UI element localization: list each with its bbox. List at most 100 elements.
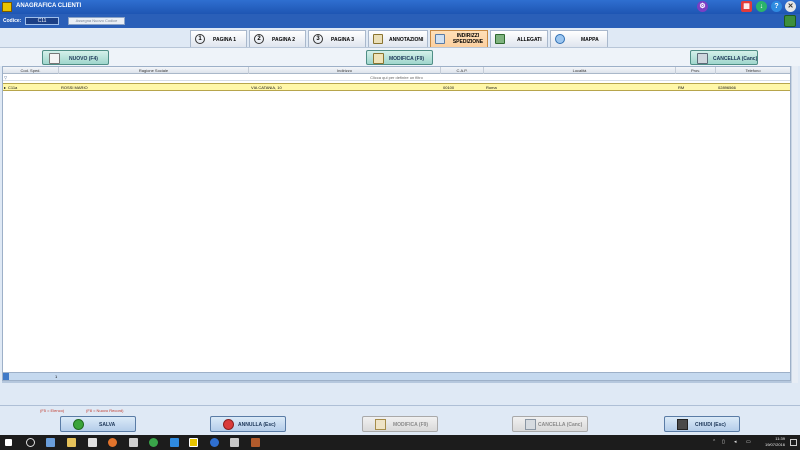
delete-button-disabled[interactable]: CANCELLA (Canc) [512, 416, 588, 432]
anagrafica-app-icon[interactable] [189, 438, 198, 447]
column-header[interactable]: Località [484, 67, 676, 74]
button-label: SALVA [99, 422, 116, 428]
cell-telefono: 02896566 [718, 85, 736, 90]
store-icon[interactable] [88, 438, 97, 447]
app-icon[interactable] [251, 438, 260, 447]
shipping-icon [435, 34, 445, 44]
code-bar: Codice: C11 Assegna Nuovo Codice [0, 14, 800, 28]
new-button[interactable]: NUOVO (F4) [42, 50, 109, 65]
vertical-scrollbar[interactable] [791, 66, 798, 383]
app-icon [2, 2, 12, 12]
user-icon[interactable] [784, 15, 796, 27]
button-label: ANNULLA (Esc) [238, 422, 276, 428]
edit-icon [375, 419, 386, 430]
edit-icon [373, 53, 384, 64]
table-row[interactable]: ▸ C11a ROSSI MARIO VIA CATANIA, 10 00100… [3, 83, 790, 91]
button-label: NUOVO (F4) [69, 56, 98, 62]
clock-date: 19/07/2016 [764, 442, 785, 447]
calculator-icon[interactable]: ▦ [741, 1, 752, 12]
chevron-up-icon[interactable]: ⌃ [712, 439, 716, 445]
help-icon[interactable]: ? [771, 1, 782, 12]
notification-icon[interactable] [790, 439, 797, 446]
number-1-icon: 1 [195, 34, 205, 44]
tab-mappa[interactable]: MAPPA [550, 30, 608, 47]
title-bar: ANAGRAFICA CLIENTI ⚙ ▦ ↓ ? ✕ [0, 0, 800, 14]
tab-label: PAGINA 2 [272, 37, 296, 43]
column-header[interactable]: Indirizzo [249, 67, 441, 74]
chrome-icon[interactable] [149, 438, 158, 447]
tab-label: ANNOTAZIONI [389, 37, 424, 43]
trash-icon [697, 53, 708, 64]
volume-icon[interactable]: ◂ [734, 439, 737, 445]
windows-start-icon[interactable] [5, 439, 12, 446]
new-document-icon [49, 53, 60, 64]
tab-indirizzi-spedizione[interactable]: INDIRIZZI SPEDIZIONE [430, 30, 488, 47]
tab-annotazioni[interactable]: ANNOTAZIONI [368, 30, 428, 47]
app-icon[interactable] [230, 438, 239, 447]
number-2-icon: 2 [254, 34, 264, 44]
filter-text: Clicca qui per definire un filtro [370, 75, 423, 80]
footer-marker [3, 373, 9, 380]
horizontal-scrollbar[interactable] [2, 381, 791, 383]
bottom-bar: (F5 = Elenco) (F8 = Nuovo Record) SALVA … [0, 405, 800, 435]
attach-icon [495, 34, 505, 44]
row-indicator-icon: ▸ [4, 85, 7, 90]
tab-label: ALLEGATI [517, 37, 542, 43]
tab-pagina-1[interactable]: 1 PAGINA 1 [190, 30, 247, 47]
file-explorer-icon[interactable] [67, 438, 76, 447]
tab-pagina-3[interactable]: 3 PAGINA 3 [308, 30, 366, 47]
firefox-icon[interactable] [108, 438, 117, 447]
code-field[interactable]: C11 [25, 17, 59, 25]
cell-localita: Roma [486, 85, 497, 90]
edit-button[interactable]: MODIFICA (F9) [366, 50, 433, 65]
cell-ragione-sociale: ROSSI MARIO [61, 85, 88, 90]
delete-button[interactable]: CANCELLA (Canc) [690, 50, 758, 65]
code-label: Codice: [3, 18, 22, 24]
hint-f8: (F8 = Nuovo Record) [86, 408, 124, 413]
column-header[interactable]: Prov. [676, 67, 716, 74]
task-view-icon[interactable] [46, 438, 55, 447]
filter-icon: ▽ [4, 75, 8, 80]
close-icon[interactable]: ✕ [785, 1, 796, 12]
app-icon[interactable] [129, 438, 138, 447]
search-icon[interactable] [26, 438, 35, 447]
clock[interactable]: 11:39 19/07/2016 [765, 436, 785, 448]
button-label: CHIUDI (Esc) [695, 422, 726, 428]
column-header[interactable]: Cod. Sped. [3, 67, 59, 74]
close-button[interactable]: CHIUDI (Esc) [664, 416, 740, 432]
cell-cap: 00100 [443, 85, 455, 90]
button-label: MODIFICA (F9) [389, 56, 425, 62]
network-icon[interactable]: ▯ [722, 439, 725, 445]
tab-allegati[interactable]: ALLEGATI [490, 30, 548, 47]
tab-label: PAGINA 1 [213, 37, 237, 43]
tab-bar: 1 PAGINA 1 2 PAGINA 2 3 PAGINA 3 ANNOTAZ… [0, 29, 800, 47]
shipping-address-grid[interactable]: Cod. Sped. Ragione Sociale Indirizzo C.A… [2, 66, 791, 381]
tab-label: MAPPA [581, 37, 599, 43]
gear-icon[interactable]: ⚙ [697, 1, 708, 12]
check-icon [73, 419, 84, 430]
cancel-button[interactable]: ANNULLA (Esc) [210, 416, 286, 432]
edge-icon[interactable] [170, 438, 179, 447]
assign-code-button[interactable]: Assegna Nuovo Codice [68, 17, 125, 25]
hint-f5: (F5 = Elenco) [40, 408, 65, 413]
trash-icon [525, 419, 536, 430]
window-title: ANAGRAFICA CLIENTI [16, 3, 82, 9]
tab-pagina-2[interactable]: 2 PAGINA 2 [249, 30, 306, 47]
download-icon[interactable]: ↓ [756, 1, 767, 12]
exit-door-icon [677, 419, 688, 430]
grid-footer: 1 [3, 372, 790, 380]
filter-row[interactable]: ▽ Clicca qui per definire un filtro [3, 74, 790, 81]
app-icon[interactable] [210, 438, 219, 447]
button-label: CANCELLA (Canc) [538, 422, 583, 428]
globe-icon [555, 34, 565, 44]
action-bar: NUOVO (F4) MODIFICA (F9) CANCELLA (Canc) [0, 47, 800, 66]
save-button[interactable]: SALVA [60, 416, 136, 432]
cell-indirizzo: VIA CATANIA, 10 [251, 85, 282, 90]
column-header[interactable]: Telefono [716, 67, 790, 74]
column-header[interactable]: Ragione Sociale [59, 67, 249, 74]
column-header[interactable]: C.A.P. [441, 67, 484, 74]
edit-button-disabled[interactable]: MODIFICA (F9) [362, 416, 438, 432]
keyboard-icon[interactable]: ▭ [746, 439, 751, 445]
number-3-icon: 3 [313, 34, 323, 44]
record-count: 1 [55, 374, 58, 379]
